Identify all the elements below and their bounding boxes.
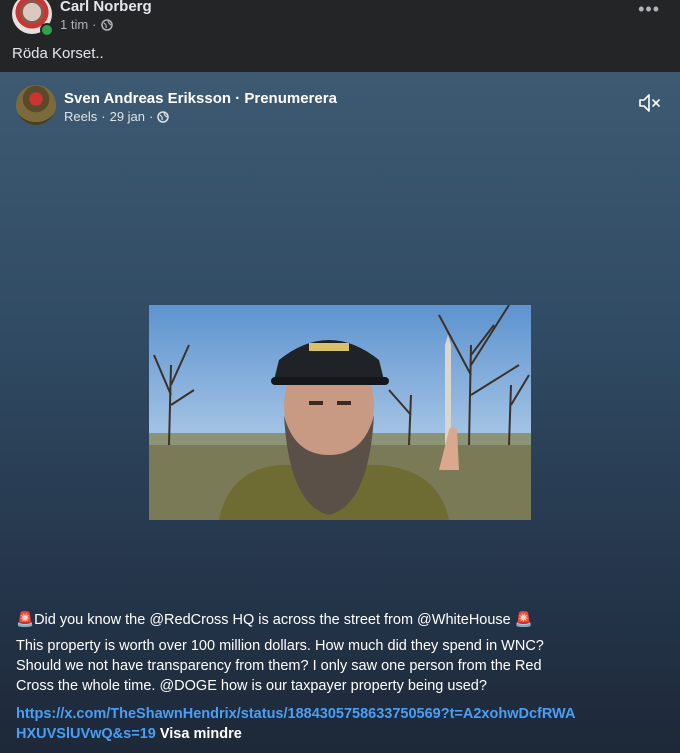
reel-author-avatar[interactable]	[16, 85, 56, 125]
reel-header-title: Sven Andreas Eriksson · Prenumerera	[64, 90, 337, 107]
reel-caption: 🚨Did you know the @RedCross HQ is across…	[16, 610, 576, 744]
more-options-button[interactable]: •••	[638, 0, 660, 18]
reel-meta-separator: ·	[101, 109, 106, 124]
caption-footer: https://x.com/TheShawnHendrix/status/188…	[16, 704, 576, 744]
speaker-muted-icon[interactable]	[638, 92, 662, 114]
caption-line1: Did you know the @RedCross HQ is across …	[34, 612, 511, 628]
reel-container[interactable]: Sven Andreas Eriksson · Prenumerera Reel…	[0, 72, 680, 753]
caption-first-line: 🚨Did you know the @RedCross HQ is across…	[16, 610, 576, 630]
more-dots-icon: •••	[638, 0, 660, 19]
reel-date[interactable]: 29 jan	[110, 109, 145, 124]
reel-meta-separator-2: ·	[149, 109, 154, 124]
reel-category[interactable]: Reels	[64, 109, 97, 124]
meta-separator: ·	[92, 17, 97, 32]
caption-link[interactable]: https://x.com/TheShawnHendrix/status/188…	[16, 706, 575, 742]
reel-separator: ·	[235, 90, 245, 107]
video-thumbnail	[149, 305, 531, 520]
online-status-indicator	[40, 23, 54, 37]
show-less-button[interactable]: Visa mindre	[160, 726, 242, 742]
post-author-name[interactable]: Carl Norberg	[60, 0, 152, 15]
caption-body: This property is worth over 100 million …	[16, 638, 544, 694]
post-text: Röda Korset..	[12, 45, 104, 62]
reel-meta: Reels · 29 jan ·	[64, 109, 170, 124]
video-frame[interactable]	[149, 305, 531, 520]
siren-emoji-icon: 🚨	[514, 612, 533, 628]
subscribe-button[interactable]: Prenumerera	[244, 90, 337, 107]
post-meta: 1 tim ·	[60, 17, 113, 32]
globe-icon[interactable]	[100, 18, 113, 31]
globe-icon[interactable]	[157, 110, 170, 123]
post-time[interactable]: 1 tim	[60, 17, 88, 32]
siren-emoji-icon: 🚨	[16, 612, 35, 628]
reel-author-name[interactable]: Sven Andreas Eriksson	[64, 90, 231, 107]
top-post: Carl Norberg 1 tim · ••• Röda Korset..	[0, 0, 680, 72]
